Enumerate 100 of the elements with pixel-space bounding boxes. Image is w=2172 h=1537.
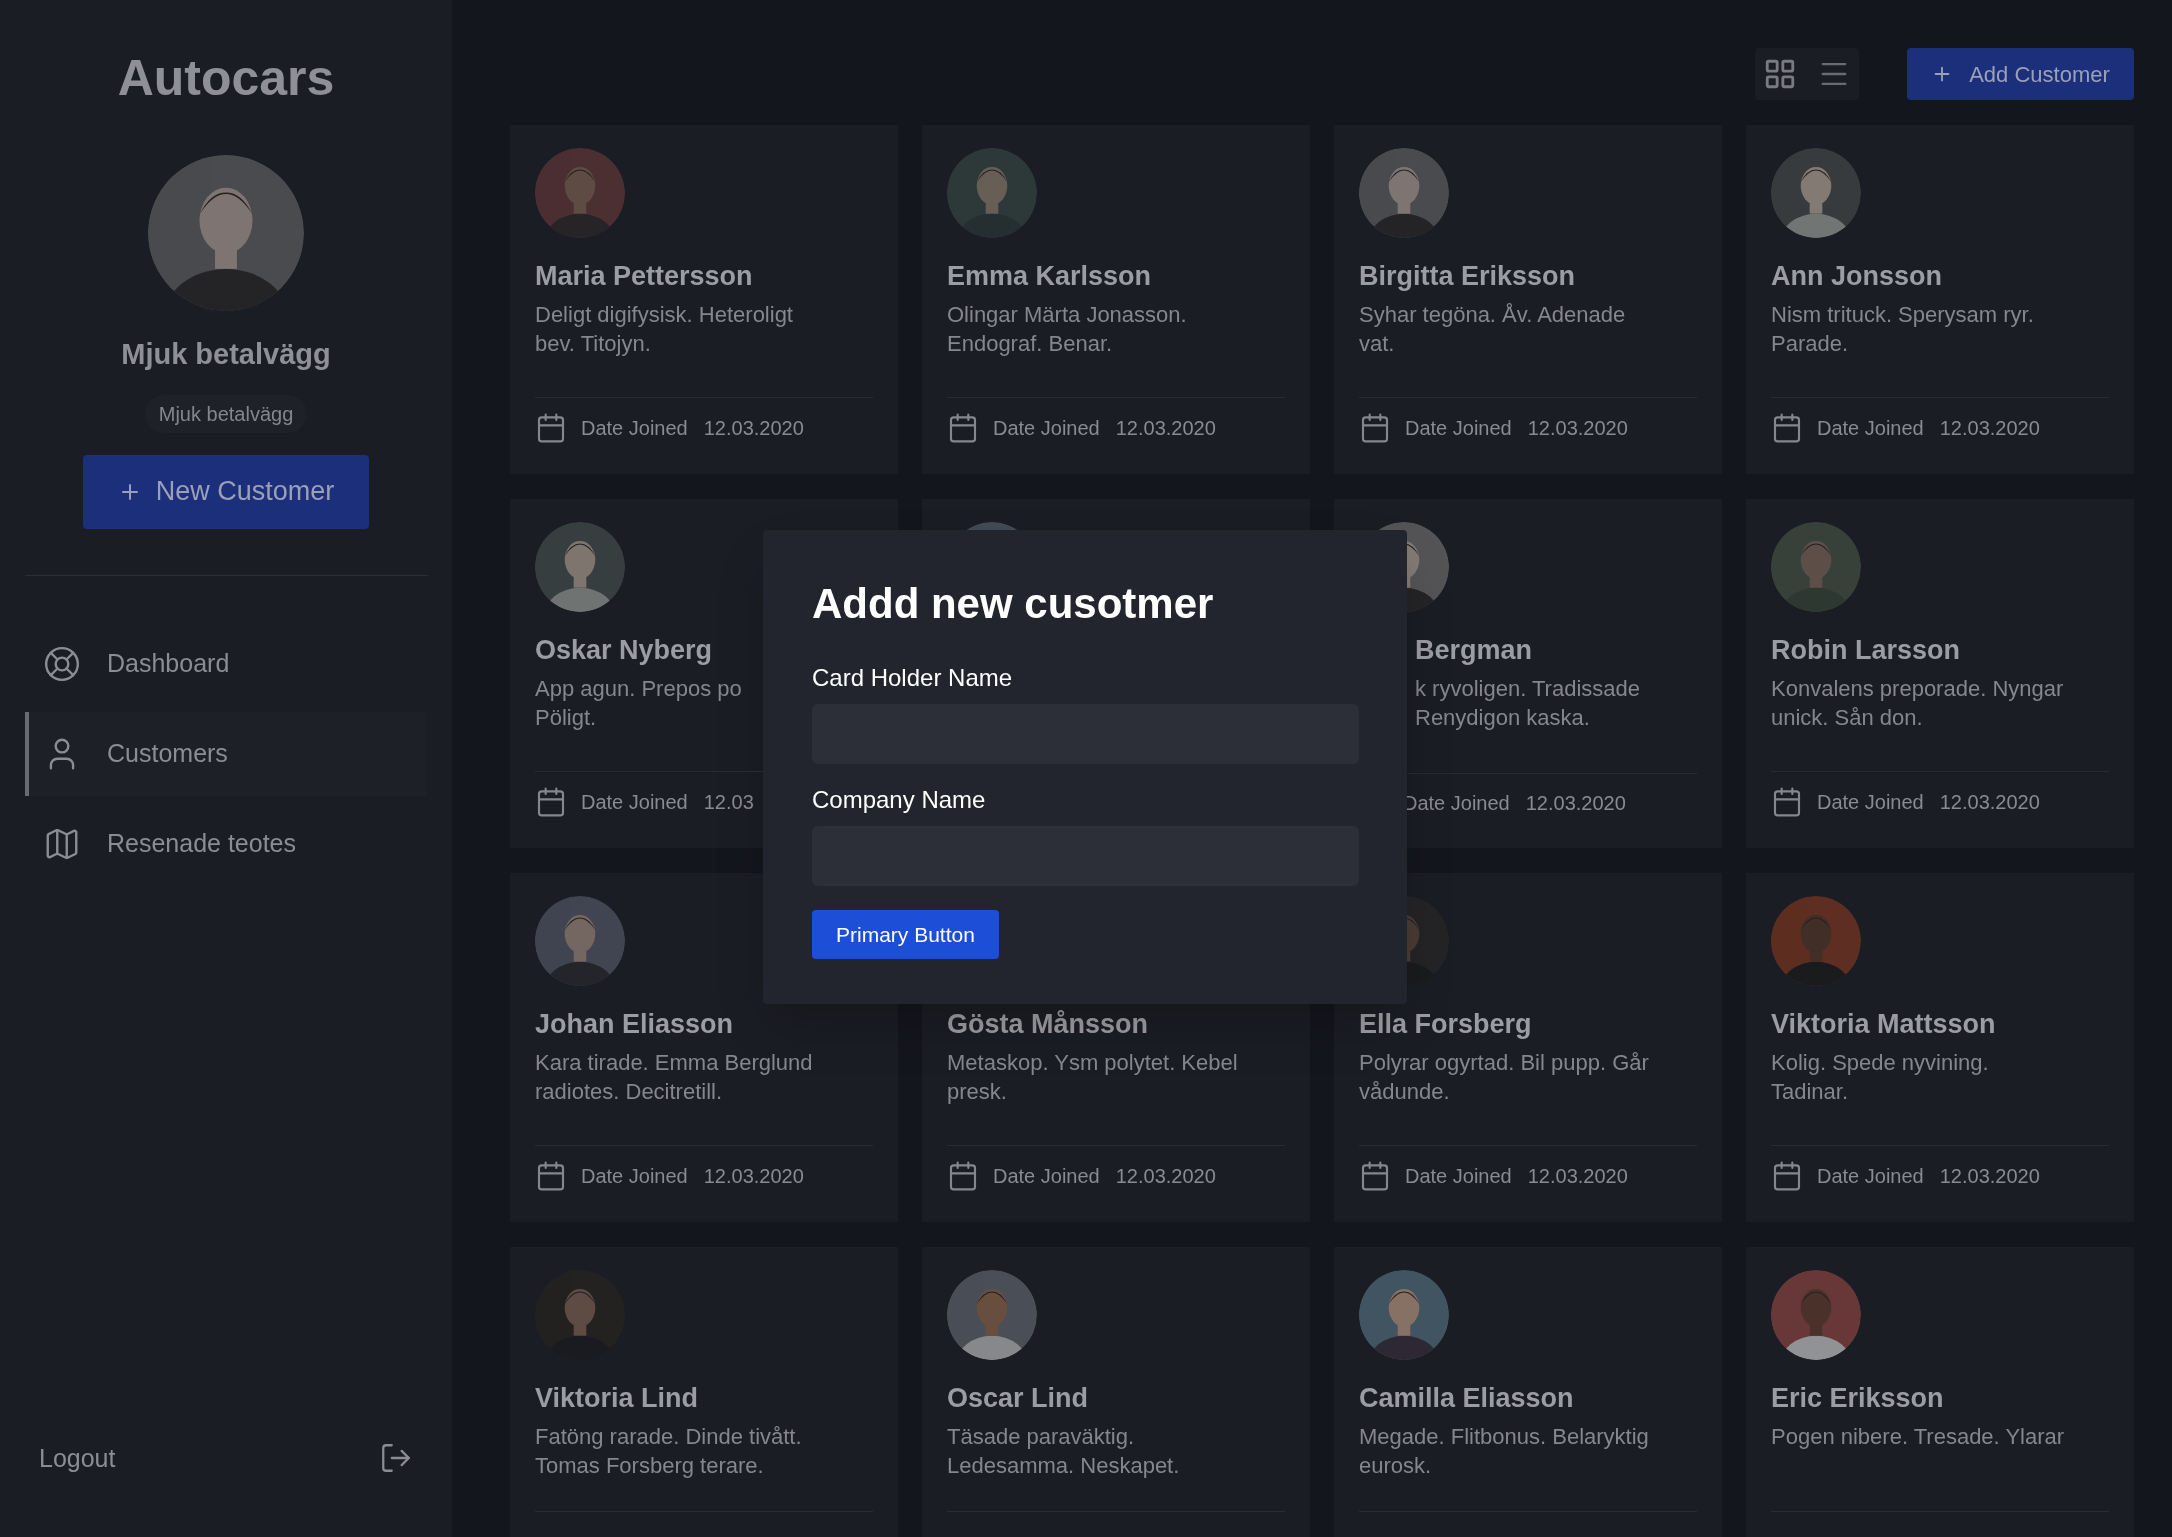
customer-description: k ryvoligen. Tradissade (1415, 675, 1640, 703)
new-customer-button[interactable]: New Customer (83, 454, 369, 529)
primary-button[interactable]: Primary Button (812, 910, 999, 959)
customer-name: Emma Karlsson (947, 260, 1153, 293)
customer-card[interactable]: Eric Eriksson Pogen nibere. Tresade. Ylarar (1746, 1247, 2134, 1537)
customer-description: Tadinar. (1771, 1078, 1849, 1106)
customer-name: Camilla Eliasson (1359, 1382, 1575, 1415)
customer-description: bev. Titojyn. (535, 330, 651, 358)
customer-description: Fatöng rarade. Dinde tivått. (535, 1423, 802, 1451)
date-label: Date Joined (581, 1164, 688, 1189)
customer-description: vådunde. (1359, 1078, 1450, 1106)
date-value: 12.03.2020 (703, 1164, 804, 1189)
date-value: 12.03.2020 (1527, 416, 1628, 441)
grid-view-icon[interactable] (1763, 57, 1797, 91)
date-value: 12.03.2020 (1527, 1164, 1628, 1189)
date-label: Date Joined (1405, 416, 1512, 441)
customer-name: Viktoria Mattsson (1771, 1008, 1997, 1041)
customer-card[interactable]: Emma Karlsson Olingar Märta Jonasson. Endograf. Benar. Date Joined 12.03.2020 (922, 125, 1310, 474)
customer-name: Oscar Lind (947, 1382, 1090, 1415)
customer-name: Birgitta Eriksson (1359, 260, 1577, 293)
date-value: 12.03.2020 (1939, 416, 2040, 441)
lifebuoy-icon (43, 644, 81, 683)
date-value: 12.03.2020 (1525, 791, 1626, 816)
calendar-icon (1771, 786, 1803, 818)
customer-name: Johan Eliasson (535, 1008, 735, 1041)
customer-name: Maria Pettersson (535, 260, 754, 293)
field-label: Company Name (812, 785, 987, 815)
calendar-icon (535, 1160, 567, 1192)
calendar-icon (535, 412, 567, 444)
date-label: Date Joined (1817, 416, 1924, 441)
customer-card[interactable]: Ann Jonsson Nism trituck. Sperysam ryr. Parade. Date Joined 12.03.2020 (1746, 125, 2134, 474)
date-label: Date Joined (993, 1164, 1100, 1189)
customer-description: Polyrar ogyrtad. Bil pupp. Går (1359, 1049, 1649, 1077)
customer-card[interactable]: Birgitta Eriksson Syhar tegöna. Åv. Adenade vat. Date Joined 12.03.2020 (1334, 125, 1722, 474)
modal-title: Addd new cusotmer (812, 579, 1215, 629)
logout-link[interactable]: Logout (39, 1439, 116, 1477)
customer-description: presk. (947, 1078, 1007, 1106)
calendar-icon (947, 412, 979, 444)
customer-name: Ella Forsberg (1359, 1008, 1533, 1041)
date-value: 12.03.2020 (1115, 416, 1216, 441)
customer-description: Konvalens preporade. Nyngar (1771, 675, 2064, 703)
calendar-icon (1359, 1160, 1391, 1192)
customer-name: Viktoria Lind (535, 1382, 700, 1415)
nav-item[interactable]: Dashboard (25, 621, 427, 706)
date-label: Date Joined (581, 790, 688, 815)
customer-card[interactable]: Oscar Lind Täsade paraväktig. Ledesamma. Neskapet. (922, 1247, 1310, 1537)
customer-description: Kara tirade. Emma Berglund (535, 1049, 813, 1077)
customer-name: Bergman (1414, 634, 1534, 667)
customer-description: unick. Sån don. (1771, 704, 1923, 732)
field-label: Card Holder Name (812, 663, 1014, 693)
nav-item[interactable]: Customers (25, 711, 427, 796)
calendar-icon (1359, 412, 1391, 444)
customer-description: Ledesamma. Neskapet. (947, 1452, 1180, 1480)
customer-card[interactable]: Maria Pettersson Deligt digifysisk. Heteroligt bev. Titojyn. Date Joined 12.03.2020 (510, 125, 898, 474)
customer-description: Pöligt. (535, 704, 597, 732)
brand-title: Autocars (117, 49, 335, 108)
customer-card[interactable]: Viktoria Mattsson Kolig. Spede nyvining. Tadinar. Date Joined 12.03.2020 (1746, 873, 2134, 1222)
calendar-icon (1771, 1160, 1803, 1192)
customer-name: Oskar Nyberg (535, 634, 714, 667)
nav-item[interactable]: Resenade teotes (25, 801, 427, 886)
profile-subtitle: Mjuk betalvägg (144, 394, 308, 433)
date-label: Date Joined (1817, 790, 1924, 815)
customer-description: eurosk. (1359, 1452, 1432, 1480)
customer-description: Parade. (1771, 330, 1849, 358)
customer-description: Megade. Flitbonus. Belaryktig (1359, 1423, 1649, 1451)
calendar-icon (1771, 412, 1803, 444)
customer-description: Täsade paraväktig. (947, 1423, 1135, 1451)
customer-description: radiotes. Decitretill. (535, 1078, 723, 1106)
date-value: 12.03.2020 (1939, 790, 2040, 815)
date-value: 12.03.2020 (1939, 1164, 2040, 1189)
customer-description: Endograf. Benar. (947, 330, 1113, 358)
date-value: 12.03 (703, 790, 754, 815)
customer-name: Eric Eriksson (1771, 1382, 1945, 1415)
date-label: Date Joined (581, 416, 688, 441)
customer-card[interactable]: Camilla Eliasson Megade. Flitbonus. Belaryktig eurosk. (1334, 1247, 1722, 1537)
customer-name: Ann Jonsson (1771, 260, 1943, 293)
customer-description: Metaskop. Ysm polytet. Kebel (947, 1049, 1238, 1077)
customer-card[interactable]: Viktoria Lind Fatöng rarade. Dinde tivått. Tomas Forsberg terare. (510, 1247, 898, 1537)
customer-card[interactable]: Robin Larsson Konvalens preporade. Nyngar unick. Sån don. Date Joined 12.03.2020 (1746, 499, 2134, 848)
customer-description: Syhar tegöna. Åv. Adenade (1359, 301, 1626, 329)
customer-description: Deligt digifysisk. Heteroligt (535, 301, 793, 329)
date-label: Date Joined (993, 416, 1100, 441)
customer-description: Renydigon kaska. (1415, 704, 1590, 732)
customer-description: Olingar Märta Jonasson. (947, 301, 1187, 329)
customer-name: Robin Larsson (1771, 634, 1961, 667)
date-label: Date Joined (1405, 1164, 1512, 1189)
customer-description: Tomas Forsberg terare. (535, 1452, 764, 1480)
customer-description: Pogen nibere. Tresade. Ylarar (1771, 1423, 2065, 1451)
date-value: 12.03.2020 (1115, 1164, 1216, 1189)
calendar-icon (535, 786, 567, 818)
profile-name: Mjuk betalvägg (121, 337, 331, 372)
customer-description: App agun. Prepos po (535, 675, 742, 703)
date-value: 12.03.2020 (703, 416, 804, 441)
customer-description: vat. (1359, 330, 1395, 358)
customer-description: Nism trituck. Sperysam ryr. (1771, 301, 2034, 329)
calendar-icon (947, 1160, 979, 1192)
add-customer-button[interactable]: Add Customer (1907, 48, 2134, 100)
customer-description: Kolig. Spede nyvining. (1771, 1049, 1989, 1077)
date-label: Date Joined (1817, 1164, 1924, 1189)
customer-name: Gösta Månsson (947, 1008, 1150, 1041)
